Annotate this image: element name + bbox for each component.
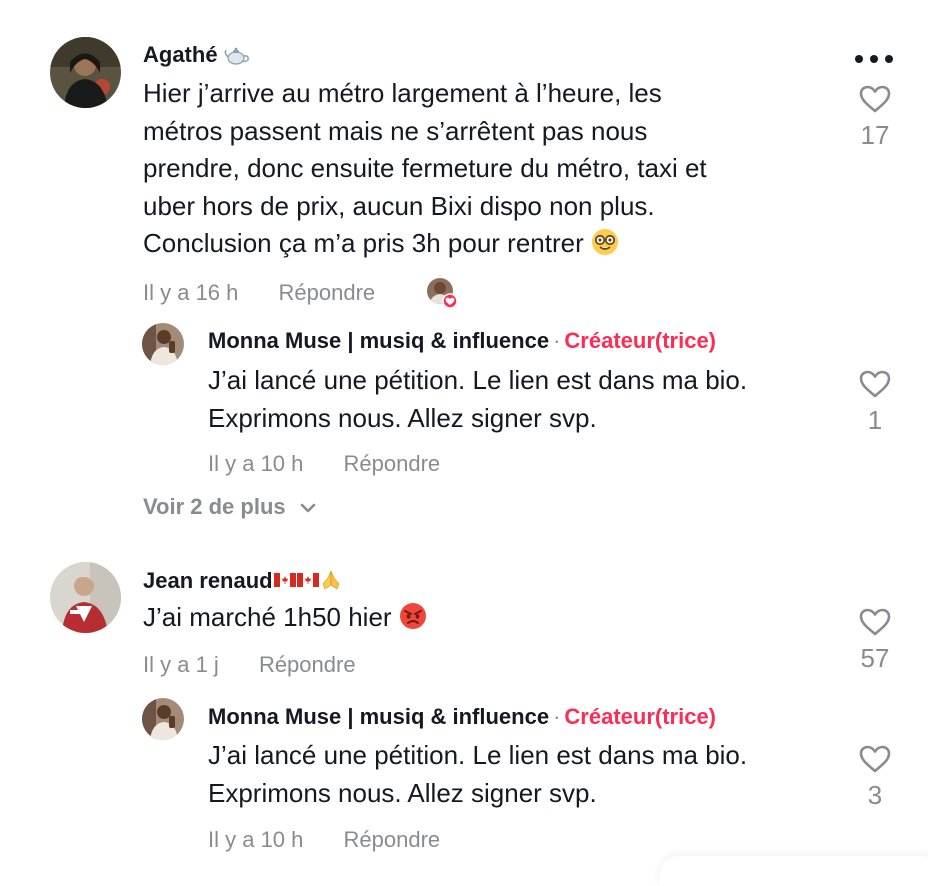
reply-author[interactable]: Monna Muse | musiq & influence · Créateur(…	[208, 704, 716, 730]
comment-author[interactable]: Jean renaud	[143, 567, 343, 598]
comment-time: Il y a 10 h	[208, 451, 304, 476]
reply-meta: Il y a 10 h Répondre	[208, 827, 440, 853]
like-count: 1	[867, 405, 883, 435]
separator-dot: ·	[553, 704, 561, 729]
avatar[interactable]	[142, 698, 184, 740]
chevron-down-icon	[300, 503, 316, 513]
like-button[interactable]: 57	[855, 607, 895, 674]
like-count: 3	[867, 780, 883, 810]
reply-text: J’ai lancé une pétition. Le lien est dan…	[208, 737, 848, 812]
text-line: J’ai marché 1h50 hier	[143, 602, 392, 632]
author-name[interactable]: Agathé	[143, 42, 218, 67]
text-line: Exprimons nous. Allez signer svp.	[208, 777, 597, 808]
comment-time: Il y a 10 h	[208, 827, 304, 852]
avatar[interactable]	[50, 37, 121, 108]
reply-button[interactable]: Répondre	[344, 827, 441, 853]
like-button[interactable]: 17	[855, 84, 895, 151]
comment-time: Il y a 1 j	[143, 652, 219, 677]
comment-meta: Il y a 1 j Répondre	[143, 652, 356, 678]
reply-meta: Il y a 10 h Répondre	[208, 451, 440, 477]
like-button[interactable]: 1	[855, 369, 895, 436]
comment-text: J’ai marché 1h50 hier	[143, 599, 833, 641]
author-name[interactable]: Monna Muse | musiq & influence	[208, 328, 549, 353]
heart-outline-icon	[859, 745, 891, 773]
text-line: J’ai lancé une pétition. Le lien est dan…	[208, 740, 748, 770]
canada-flag-icon	[273, 567, 296, 587]
dot-icon	[870, 55, 878, 63]
heart-outline-icon	[859, 608, 891, 636]
text-line: uber hors de prix, aucun Bixi dispo non …	[143, 190, 655, 221]
separator-dot: ·	[553, 328, 561, 353]
author-name[interactable]: Jean renaud	[143, 568, 273, 593]
reply-button[interactable]: Répondre	[279, 280, 376, 306]
teapot-icon	[224, 44, 250, 72]
text-line: Conclusion ça m’a pris 3h pour rentrer	[143, 228, 584, 258]
reply-button[interactable]: Répondre	[259, 652, 356, 678]
view-more-replies-button[interactable]: Voir 2 de plus	[143, 494, 318, 520]
dot-icon	[885, 55, 893, 63]
bottom-sheet-edge	[660, 856, 928, 886]
like-button[interactable]: 3	[855, 744, 895, 811]
nerd-face-icon	[591, 228, 619, 267]
reply-author[interactable]: Monna Muse | musiq & influence · Créateur(…	[208, 328, 716, 354]
avatar[interactable]	[50, 562, 121, 633]
canada-flag-icon	[296, 567, 319, 587]
text-line: J’ai lancé une pétition. Le lien est dan…	[208, 365, 748, 395]
creator-liked-badge	[426, 277, 458, 309]
comment-time: Il y a 16 h	[143, 280, 239, 305]
author-name[interactable]: Monna Muse | musiq & influence	[208, 704, 549, 729]
folded-hands-icon	[319, 568, 343, 598]
text-line-last: Conclusion ça m’a pris 3h pour rentrer	[143, 225, 833, 267]
reply-text: J’ai lancé une pétition. Le lien est dan…	[208, 362, 848, 437]
reply-button[interactable]: Répondre	[344, 451, 441, 477]
angry-face-icon	[399, 602, 427, 641]
like-count: 57	[860, 643, 890, 673]
text-line: Hier j’arrive au métro largement à l’heu…	[143, 78, 662, 108]
text-line: prendre, donc ensuite fermeture du métro…	[143, 153, 707, 183]
more-options-button[interactable]	[852, 48, 896, 70]
heart-outline-icon	[859, 85, 891, 113]
view-more-label: Voir 2 de plus	[143, 494, 286, 519]
dot-icon	[855, 55, 863, 63]
text-line: métros passent mais ne s’arrêtent pas no…	[143, 115, 648, 146]
comment-text: Hier j’arrive au métro largement à l’heu…	[143, 75, 833, 267]
comment-author[interactable]: Agathé	[143, 42, 250, 72]
avatar[interactable]	[142, 323, 184, 365]
like-count: 17	[860, 120, 890, 150]
creator-badge: Créateur(trice)	[564, 328, 717, 353]
heart-outline-icon	[859, 370, 891, 398]
text-line: Exprimons nous. Allez signer svp.	[208, 402, 597, 433]
creator-badge: Créateur(trice)	[564, 704, 717, 729]
comment-meta: Il y a 16 h Répondre	[143, 280, 375, 306]
